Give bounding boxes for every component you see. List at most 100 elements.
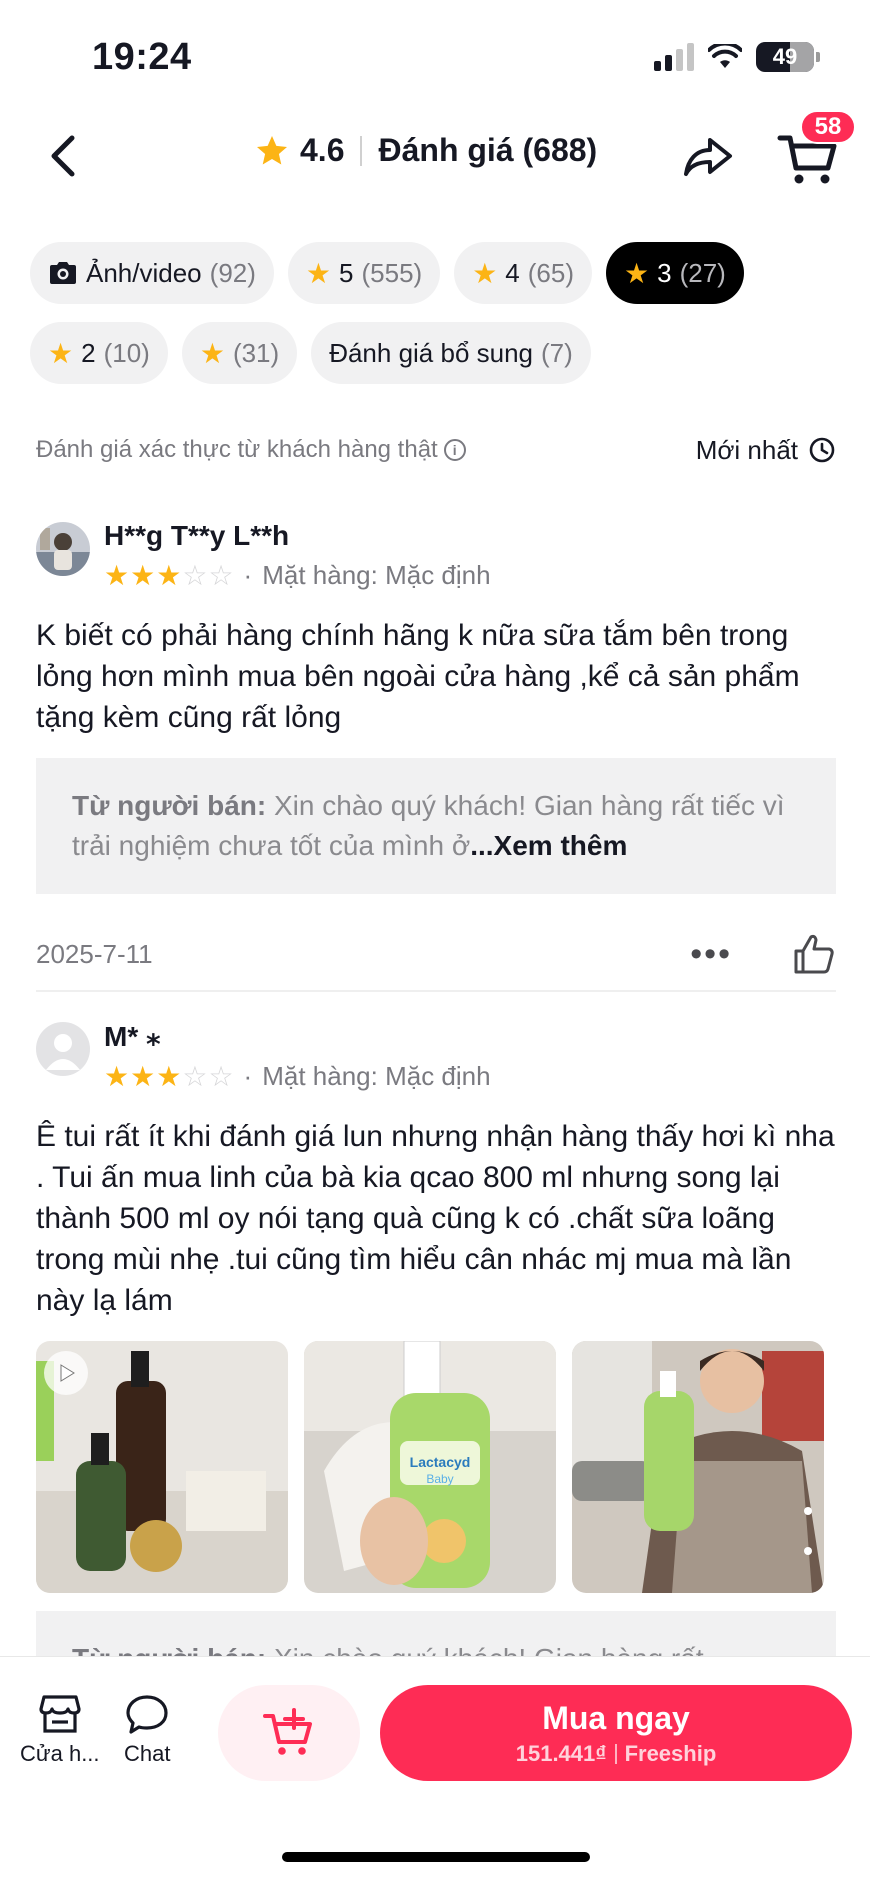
review-text: Ê tui rất ít khi đánh giá lun nhưng nhận… <box>36 1120 835 1317</box>
review-meta: ★ ★ ★ ☆ ☆ · Mặt hàng: Mặc định <box>104 559 491 591</box>
filter-photo-video[interactable]: Ảnh/video (92) <box>30 242 274 304</box>
filter-4-star[interactable]: ★ 4 (65) <box>454 242 593 304</box>
variant-label: Mặt hàng: Mặc định <box>262 1061 491 1091</box>
like-icon[interactable] <box>792 933 836 975</box>
star-icon <box>257 135 287 164</box>
sort-row: Đánh giá xác thực từ khách hàng thật i M… <box>36 430 836 470</box>
review-card: M* ⁎ ★ ★ ★ ☆ ☆ · Mặt hàng: Mặc định Ê tui rấ… <box>36 1021 836 1731</box>
star-icon: ★ <box>305 257 332 289</box>
price-divider <box>614 1743 617 1764</box>
star-icon: ★ <box>624 257 650 289</box>
review-user: H**g T**y L**h ★ ★ ★ ☆ ☆ · Mặt hàng: Mặc địn… <box>36 520 836 591</box>
shipping-label: Freeship <box>624 1740 717 1766</box>
verified-text: Đánh giá xác thực từ khách hàng thật <box>36 436 438 463</box>
back-button[interactable] <box>40 128 90 184</box>
star-rating: ★ ★ ★ ☆ ☆ <box>104 1060 234 1092</box>
home-indicator <box>282 1852 590 1862</box>
star-icon: ★ <box>472 257 498 289</box>
chat-label: Chat <box>124 1741 171 1766</box>
reviewer-name: H**g T**y L**h <box>104 520 290 551</box>
chip-label: 2 <box>81 337 96 368</box>
filter-1-star[interactable]: ★ (31) <box>181 322 298 384</box>
seller-reply[interactable]: Từ người bán: Xin chào quý khách! Gian h… <box>36 758 836 894</box>
chip-count: (7) <box>541 337 573 368</box>
product-sub-text: Baby <box>426 1472 453 1486</box>
product-brand-text: Lactacyd <box>410 1454 471 1470</box>
review-divider <box>36 990 836 992</box>
chevron-left-icon <box>51 135 75 177</box>
star-icon: ★ <box>48 337 74 369</box>
chip-label: Ảnh/video <box>86 257 202 288</box>
review-video-thumbnail[interactable] <box>36 1341 288 1593</box>
chip-count: (31) <box>232 337 280 368</box>
wifi-icon <box>708 44 742 68</box>
status-icons: 49 <box>654 42 820 72</box>
cart-plus-icon <box>263 1708 312 1755</box>
chat-icon <box>126 1695 168 1734</box>
bottom-action-bar: Cửa h... Chat Mua ngay 151.441₫ Freeship <box>0 1656 870 1883</box>
review-card: H**g T**y L**h ★ ★ ★ ☆ ☆ · Mặt hàng: Mặc địn… <box>36 520 836 978</box>
filter-additional-reviews[interactable]: Đánh giá bổ sung (7) <box>311 322 591 384</box>
price: 151.441₫ <box>515 1740 607 1766</box>
more-options-icon[interactable]: ••• <box>690 935 732 974</box>
chip-label: 4 <box>505 257 520 288</box>
review-footer: 2025-7-11 ••• <box>36 930 836 978</box>
star-rating: ★ ★ ★ ☆ ☆ <box>104 559 234 591</box>
review-count-title: Đánh giá (688) <box>378 132 598 168</box>
review-media-row: Lactacyd Baby <box>36 1341 836 1593</box>
cellular-signal-icon <box>654 43 694 71</box>
play-icon <box>44 1351 88 1395</box>
default-avatar-icon <box>36 1022 90 1076</box>
store-button[interactable]: Cửa h... <box>20 1693 100 1767</box>
chat-button[interactable]: Chat <box>124 1693 170 1767</box>
sort-button[interactable]: Mới nhất <box>696 435 836 466</box>
battery-icon: 49 <box>756 42 820 72</box>
share-icon <box>684 138 732 176</box>
chip-label: 3 <box>657 257 672 288</box>
add-to-cart-button[interactable] <box>218 1685 360 1781</box>
store-label: Cửa h... <box>20 1741 100 1766</box>
share-button[interactable] <box>680 128 736 184</box>
variant-label: Mặt hàng: Mặc định <box>262 560 491 590</box>
info-icon[interactable]: i <box>443 439 466 461</box>
reviewer-name: M* ⁎ <box>104 1021 161 1052</box>
avatar[interactable] <box>36 522 90 576</box>
buy-now-label: Mua ngay <box>542 1699 690 1736</box>
chip-count: (27) <box>679 257 726 288</box>
see-more-link[interactable]: ...Xem thêm <box>470 830 627 861</box>
seller-reply-label: Từ người bán: <box>72 790 267 821</box>
chip-count: (555) <box>361 257 423 288</box>
review-actions: ••• <box>690 933 836 975</box>
status-bar: 19:24 49 <box>0 0 870 110</box>
buy-now-price-row: 151.441₫ Freeship <box>516 1741 717 1767</box>
chip-label: Đánh giá bổ sung <box>329 337 534 368</box>
title-divider <box>360 135 363 166</box>
chip-count: (10) <box>103 337 150 368</box>
sort-label: Mới nhất <box>695 434 798 465</box>
rating-filter-chips: Ảnh/video (92) ★ 5 (555) ★ 4 (65) ★ 3 (2… <box>30 242 850 384</box>
clock-icon <box>809 437 835 463</box>
chip-count: (65) <box>527 257 575 288</box>
star-icon: ★ <box>199 337 225 369</box>
review-meta: ★ ★ ★ ☆ ☆ · Mặt hàng: Mặc định <box>104 1060 491 1092</box>
average-rating: 4.6 <box>300 132 345 168</box>
cart-count-badge: 58 <box>800 110 856 144</box>
verified-reviews-note: Đánh giá xác thực từ khách hàng thật i <box>36 436 466 464</box>
review-user: M* ⁎ ★ ★ ★ ☆ ☆ · Mặt hàng: Mặc định <box>36 1021 836 1092</box>
filter-5-star[interactable]: ★ 5 (555) <box>287 242 441 304</box>
battery-level: 49 <box>772 44 798 69</box>
review-text: K biết có phải hàng chính hãng k nữa sữa… <box>36 619 800 734</box>
avatar[interactable] <box>36 1022 90 1076</box>
camera-icon <box>50 262 76 284</box>
review-photo-thumbnail[interactable] <box>572 1341 824 1593</box>
store-icon <box>39 1695 81 1733</box>
buy-now-button[interactable]: Mua ngay 151.441₫ Freeship <box>380 1685 852 1781</box>
filter-2-star[interactable]: ★ 2 (10) <box>30 322 168 384</box>
chip-count: (92) <box>209 257 256 288</box>
chip-label: 5 <box>339 257 354 288</box>
review-photo-thumbnail[interactable]: Lactacyd Baby <box>304 1341 556 1593</box>
header: 4.6 Đánh giá (688) <box>0 110 870 200</box>
page-title: 4.6 Đánh giá (688) <box>254 132 597 169</box>
filter-3-star[interactable]: ★ 3 (27) <box>606 242 744 304</box>
status-time: 19:24 <box>92 36 192 78</box>
